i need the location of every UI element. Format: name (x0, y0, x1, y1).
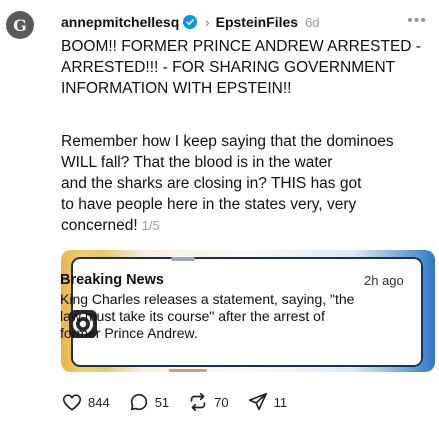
page-count: 1/5 (141, 218, 160, 233)
body-line: WILL fall? That the blood is in the wate… (61, 154, 333, 171)
more-horizontal-icon[interactable]: ••• (407, 12, 427, 30)
repost-count: 70 (214, 394, 229, 410)
like-count: 844 (88, 394, 110, 410)
post-time: 6d (305, 14, 320, 30)
post-header: annepmitchellesq › EpsteinFiles 6d ••• (61, 12, 429, 32)
post: G annepmitchellesq › EpsteinFiles 6d •••… (0, 0, 439, 435)
repost-button[interactable]: 70 (187, 391, 229, 413)
like-button[interactable]: 844 (61, 391, 110, 413)
reply-count: 51 (154, 394, 170, 410)
share-icon (248, 392, 267, 411)
body-line: to have people here in the states very, … (61, 196, 357, 213)
share-count: 11 (273, 394, 288, 410)
verified-badge-icon (183, 15, 198, 29)
reply-button[interactable]: 51 (128, 391, 169, 413)
body-line: Remember how I keep saying that the domi… (61, 133, 394, 150)
post-headline: BOOM!! FORMER PRINCE ANDREW ARRESTED - A… (61, 38, 421, 97)
post-body: Remember how I keep saying that the domi… (61, 131, 433, 236)
body-line-last: concerned! 1/5 (61, 215, 433, 236)
news-time: 2h ago (364, 273, 404, 288)
avatar-glyph: G (13, 15, 27, 35)
comment-icon (130, 393, 147, 411)
chevron-right-icon: › (205, 14, 210, 30)
action-bar: 844 51 70 11 (61, 390, 305, 414)
body-line-text: concerned! (61, 217, 138, 234)
avatar[interactable]: G (6, 11, 34, 39)
community-link[interactable]: EpsteinFiles (216, 14, 298, 30)
phone-speaker (171, 257, 195, 261)
body-line: and the sharks are closing in? THIS has … (61, 175, 362, 192)
share-button[interactable]: 11 (247, 391, 288, 413)
phone-bottom-bar (169, 369, 207, 372)
news-body: King Charles releases a statement, sayin… (60, 291, 355, 341)
repost-icon (190, 392, 206, 412)
username[interactable]: annepmitchellesq (61, 14, 179, 30)
heart-icon (62, 394, 82, 411)
news-title: Breaking News (60, 272, 164, 288)
